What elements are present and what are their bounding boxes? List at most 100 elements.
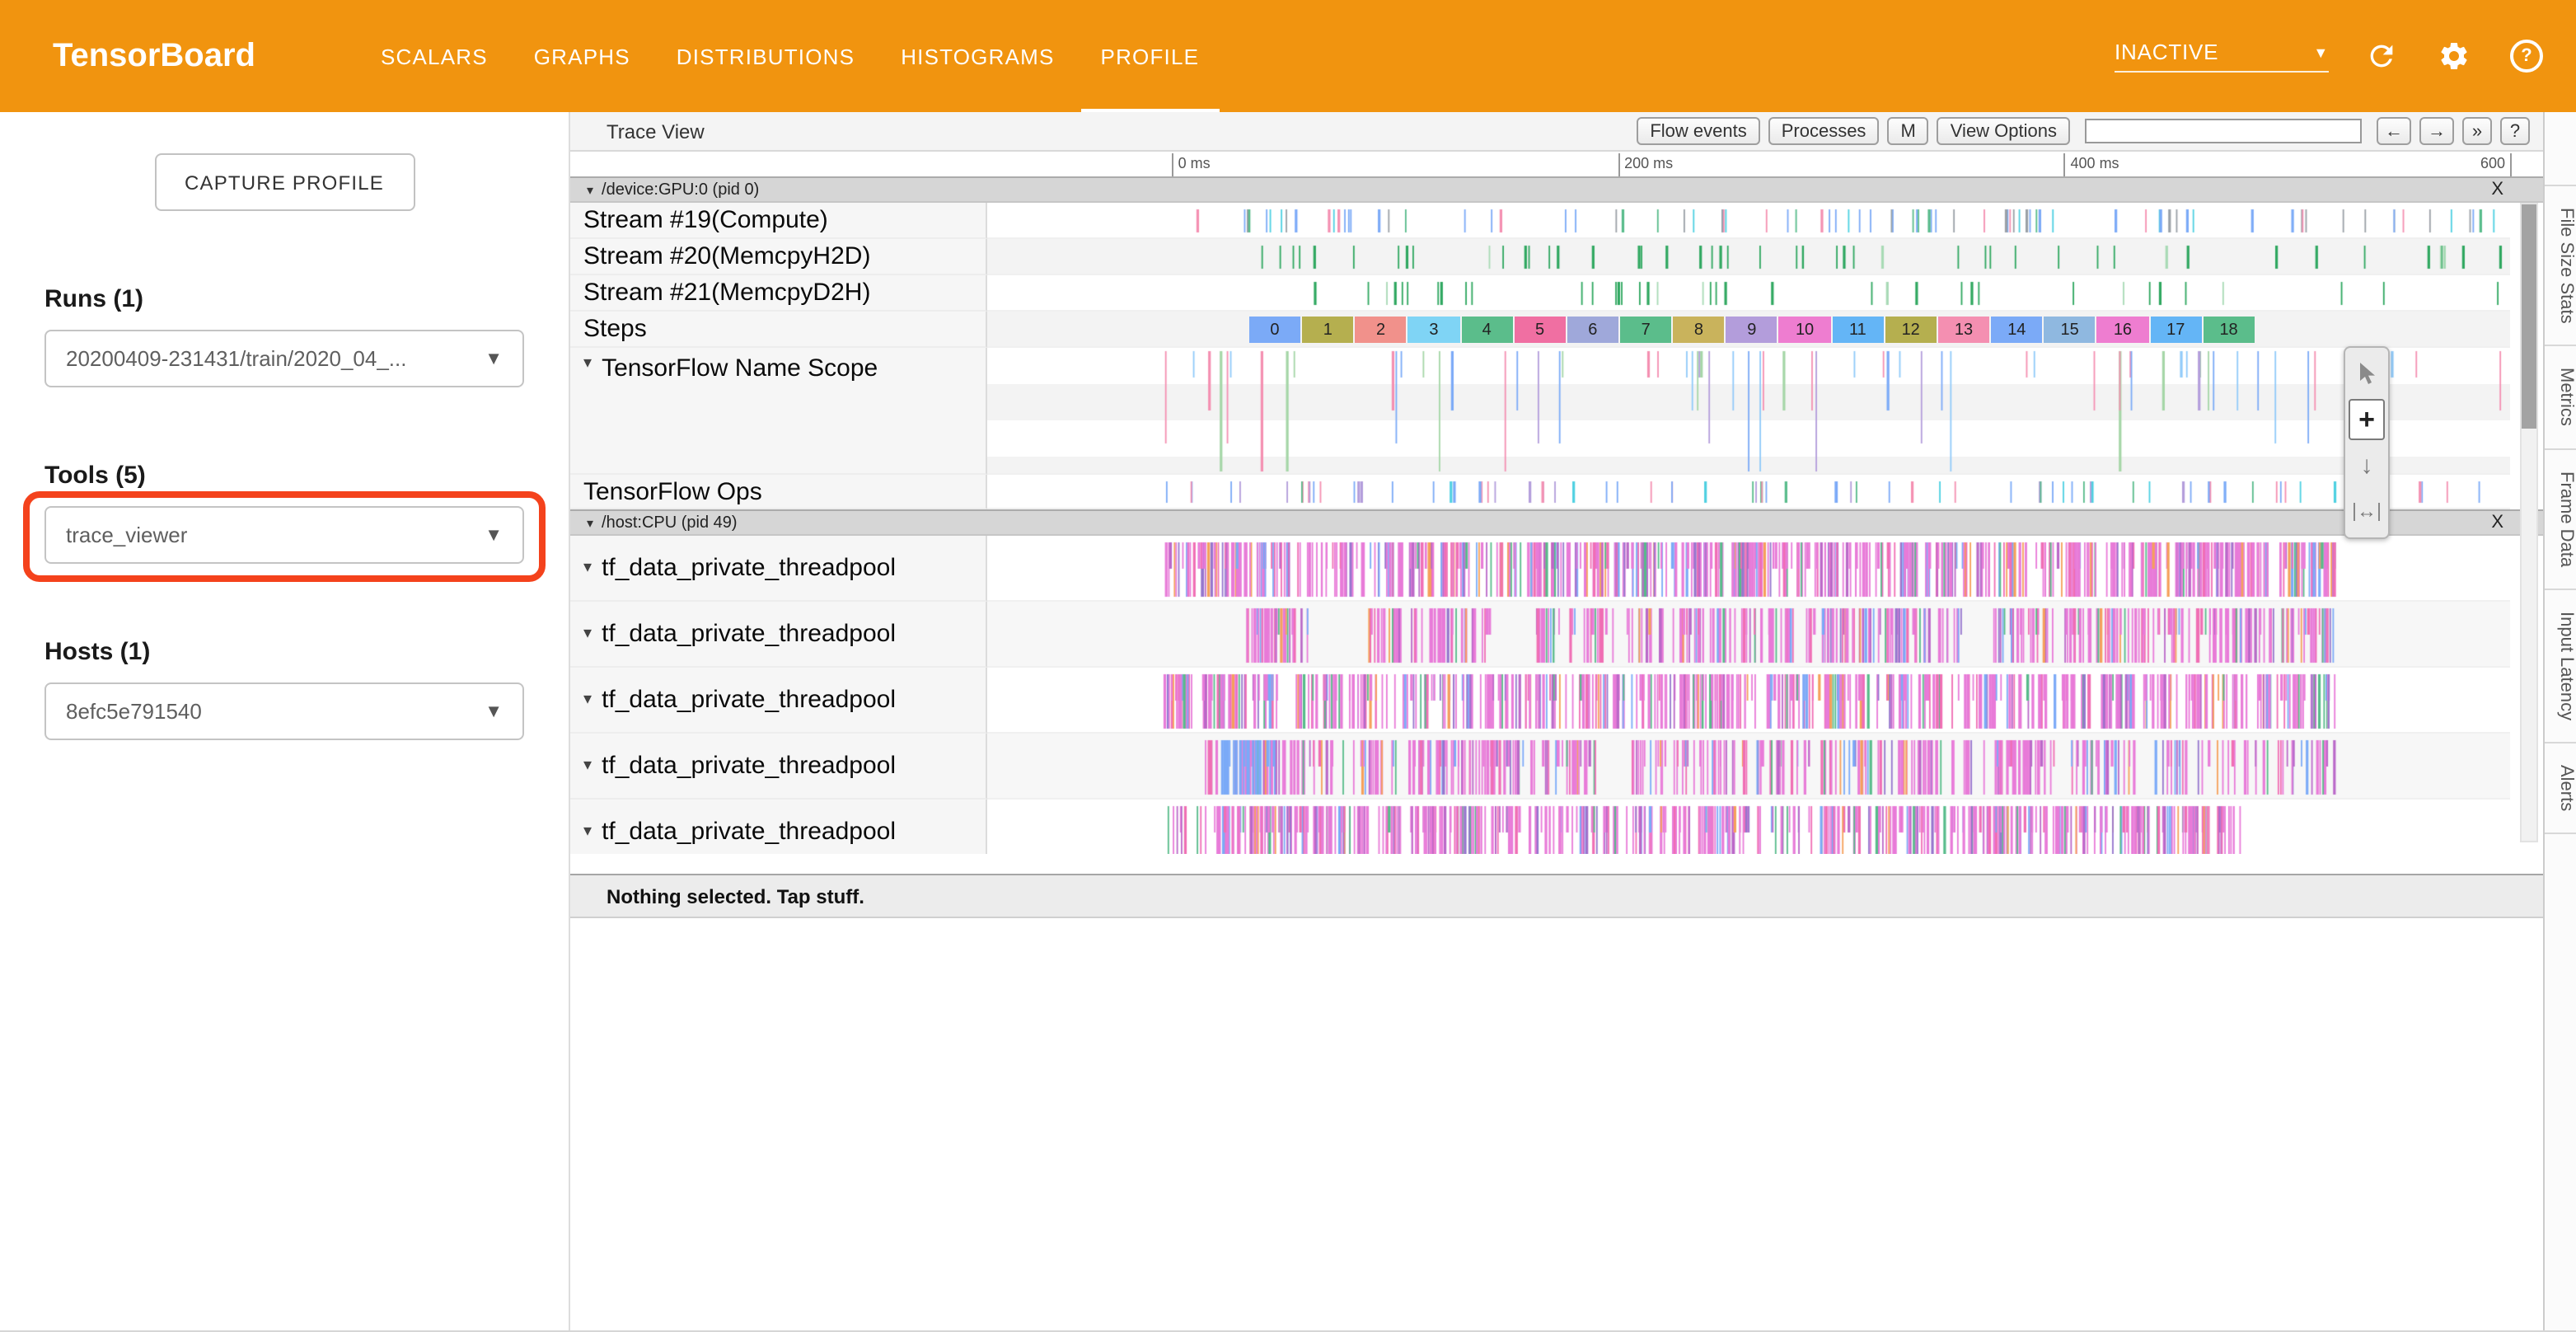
- track-label[interactable]: Steps: [570, 312, 987, 348]
- settings-gear-icon[interactable]: [2434, 36, 2474, 76]
- step-block[interactable]: 14: [1991, 317, 2042, 343]
- section-close-button[interactable]: X: [2491, 180, 2503, 199]
- toolbar-button-processes[interactable]: Processes: [1768, 117, 1880, 145]
- track-label[interactable]: Stream #20(MemcpyH2D): [570, 239, 987, 275]
- step-block[interactable]: 9: [1726, 317, 1777, 343]
- timing-select-icon[interactable]: ↔: [2349, 490, 2385, 532]
- track-timeline[interactable]: [987, 348, 2510, 475]
- track-label[interactable]: Stream #19(Compute): [570, 203, 987, 239]
- step-block[interactable]: 15: [2044, 317, 2096, 343]
- track-timeline[interactable]: [987, 475, 2510, 509]
- select-cursor-icon[interactable]: [2349, 353, 2385, 396]
- vertical-scrollbar[interactable]: [2520, 203, 2538, 842]
- zoom-plus-icon[interactable]: +: [2349, 399, 2385, 440]
- trace-marks-canvas: [987, 348, 2510, 475]
- toolbar-button-m[interactable]: M: [1887, 117, 1928, 145]
- side-tab-input-latency[interactable]: Input Latency: [2545, 590, 2576, 743]
- tools-select[interactable]: trace_viewer ▼: [44, 506, 524, 564]
- track-label[interactable]: ▾tf_data_private_threadpool: [570, 734, 987, 800]
- step-block[interactable]: 18: [2203, 317, 2254, 343]
- collapse-arrow-icon[interactable]: ▾: [583, 625, 592, 643]
- step-block[interactable]: 12: [1885, 317, 1937, 343]
- step-block[interactable]: 2: [1355, 317, 1406, 343]
- track-row: Stream #20(MemcpyH2D): [570, 239, 2543, 275]
- step-block[interactable]: 16: [2097, 317, 2148, 343]
- tab-graphs[interactable]: GRAPHS: [511, 0, 653, 112]
- collapse-arrow-icon[interactable]: ▾: [587, 515, 593, 530]
- step-block[interactable]: 10: [1779, 317, 1830, 343]
- track-timeline[interactable]: [987, 239, 2510, 275]
- splitter-gap: [570, 854, 2543, 874]
- details-pane: [570, 918, 2543, 1330]
- track-label[interactable]: Stream #21(MemcpyD2H): [570, 275, 987, 312]
- step-block[interactable]: 0: [1249, 317, 1300, 343]
- track-timeline[interactable]: [987, 275, 2510, 312]
- tab-scalars[interactable]: SCALARS: [358, 0, 511, 112]
- tab-distributions[interactable]: DISTRIBUTIONS: [653, 0, 878, 112]
- pan-down-arrow-icon[interactable]: ↓: [2349, 443, 2385, 486]
- scrollbar-thumb[interactable]: [2522, 204, 2536, 429]
- track-timeline[interactable]: 0123456789101112131415161718: [987, 312, 2510, 348]
- side-tab-metrics[interactable]: Metrics: [2545, 347, 2576, 450]
- tab-profile[interactable]: PROFILE: [1078, 0, 1223, 112]
- trace-toolbar: Trace View Flow events ProcessesM View Opt…: [570, 112, 2543, 152]
- step-block[interactable]: 4: [1461, 317, 1512, 343]
- step-block[interactable]: 7: [1620, 317, 1671, 343]
- collapse-arrow-icon[interactable]: ▾: [583, 559, 592, 577]
- app-header: TensorBoard SCALARSGRAPHSDISTRIBUTIONSHI…: [0, 0, 2576, 112]
- toolbar-nav-button-[interactable]: »: [2462, 117, 2492, 145]
- track-timeline[interactable]: [987, 203, 2510, 239]
- toolbar-button-flow-events[interactable]: Flow events: [1637, 117, 1759, 145]
- track-timeline[interactable]: [987, 800, 2510, 854]
- track-label[interactable]: ▾tf_data_private_threadpool: [570, 668, 987, 734]
- step-block[interactable]: 11: [1832, 317, 1883, 343]
- help-icon[interactable]: ?: [2507, 36, 2546, 76]
- track-label[interactable]: ▾TensorFlow Name Scope: [570, 348, 987, 475]
- collapse-arrow-icon[interactable]: ▾: [583, 757, 592, 775]
- track-row: ▾tf_data_private_threadpool: [570, 668, 2543, 734]
- collapse-arrow-icon[interactable]: ▾: [587, 182, 593, 197]
- section-title: /device:GPU:0 (pid 0): [602, 181, 759, 199]
- track-timeline[interactable]: [987, 734, 2510, 800]
- collapse-arrow-icon[interactable]: ▾: [583, 691, 592, 709]
- track-timeline[interactable]: [987, 668, 2510, 734]
- step-block[interactable]: 1: [1302, 317, 1353, 343]
- status-dropdown[interactable]: INACTIVE ▼: [2115, 40, 2329, 73]
- tab-histograms[interactable]: HISTOGRAMS: [878, 0, 1077, 112]
- step-block[interactable]: 13: [1938, 317, 1989, 343]
- timing-glyph: ↔: [2354, 502, 2380, 520]
- side-tab-frame-data[interactable]: Frame Data: [2545, 450, 2576, 590]
- ruler-tick: 200 ms: [1618, 153, 1619, 176]
- step-block[interactable]: 6: [1567, 317, 1618, 343]
- step-block[interactable]: 17: [2150, 317, 2201, 343]
- toolbar-nav-button-[interactable]: ←: [2377, 117, 2411, 145]
- trace-search-input[interactable]: [2085, 119, 2362, 143]
- side-tab-file-size-stats[interactable]: File Size Stats: [2545, 185, 2576, 347]
- process-section-header[interactable]: ▾/host:CPU (pid 49)X: [570, 509, 2543, 536]
- capture-profile-button[interactable]: CAPTURE PROFILE: [154, 153, 415, 211]
- collapse-arrow-icon[interactable]: ▾: [583, 354, 592, 373]
- step-block[interactable]: 8: [1673, 317, 1724, 343]
- step-block[interactable]: 5: [1514, 317, 1565, 343]
- collapse-arrow-icon[interactable]: ▾: [583, 823, 592, 841]
- ruler-tick: 0 ms: [1172, 153, 1173, 176]
- refresh-icon[interactable]: [2362, 36, 2401, 76]
- track-label[interactable]: ▾tf_data_private_threadpool: [570, 800, 987, 854]
- track-timeline[interactable]: [987, 536, 2510, 602]
- section-close-button[interactable]: X: [2491, 513, 2503, 532]
- track-label[interactable]: ▾tf_data_private_threadpool: [570, 536, 987, 602]
- track-label-text: Stream #21(MemcpyD2H): [583, 279, 870, 307]
- toolbar-button-view-options[interactable]: View Options: [1937, 117, 2070, 145]
- hosts-select-wrap: 8efc5e791540 ▼: [44, 682, 524, 740]
- track-label[interactable]: ▾tf_data_private_threadpool: [570, 602, 987, 668]
- runs-select[interactable]: 20200409-231431/train/2020_04_... ▼: [44, 330, 524, 387]
- track-timeline[interactable]: [987, 602, 2510, 668]
- toolbar-nav-button-[interactable]: →: [2419, 117, 2454, 145]
- track-label[interactable]: TensorFlow Ops: [570, 475, 987, 509]
- step-block[interactable]: 3: [1408, 317, 1459, 343]
- side-tab-alerts[interactable]: Alerts: [2545, 743, 2576, 834]
- toolbar-nav-button-[interactable]: ?: [2500, 117, 2530, 145]
- hosts-select[interactable]: 8efc5e791540 ▼: [44, 682, 524, 740]
- process-section-header[interactable]: ▾ /device:GPU:0 (pid 0) X: [570, 176, 2543, 203]
- trace-view-title: Trace View: [607, 120, 705, 143]
